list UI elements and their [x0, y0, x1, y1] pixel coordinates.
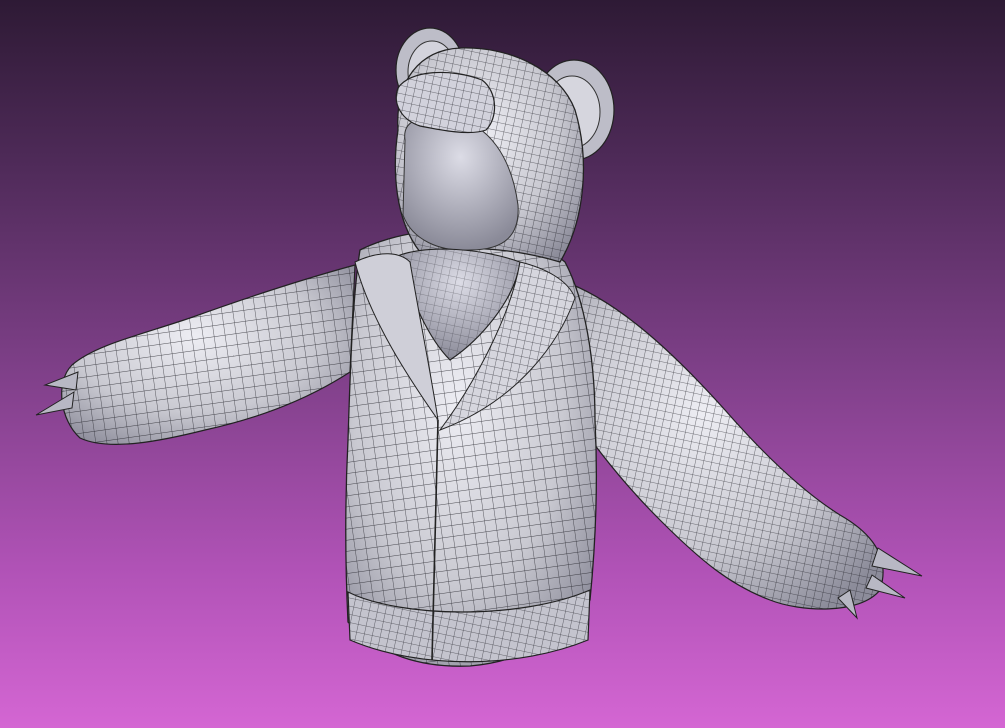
- left-claws: [35, 371, 79, 416]
- left-sleeve: [61, 264, 356, 445]
- hood: [394, 47, 585, 263]
- hoodie-model: [35, 27, 923, 667]
- right-sleeve: [559, 279, 884, 610]
- 3d-viewport[interactable]: [0, 0, 1005, 728]
